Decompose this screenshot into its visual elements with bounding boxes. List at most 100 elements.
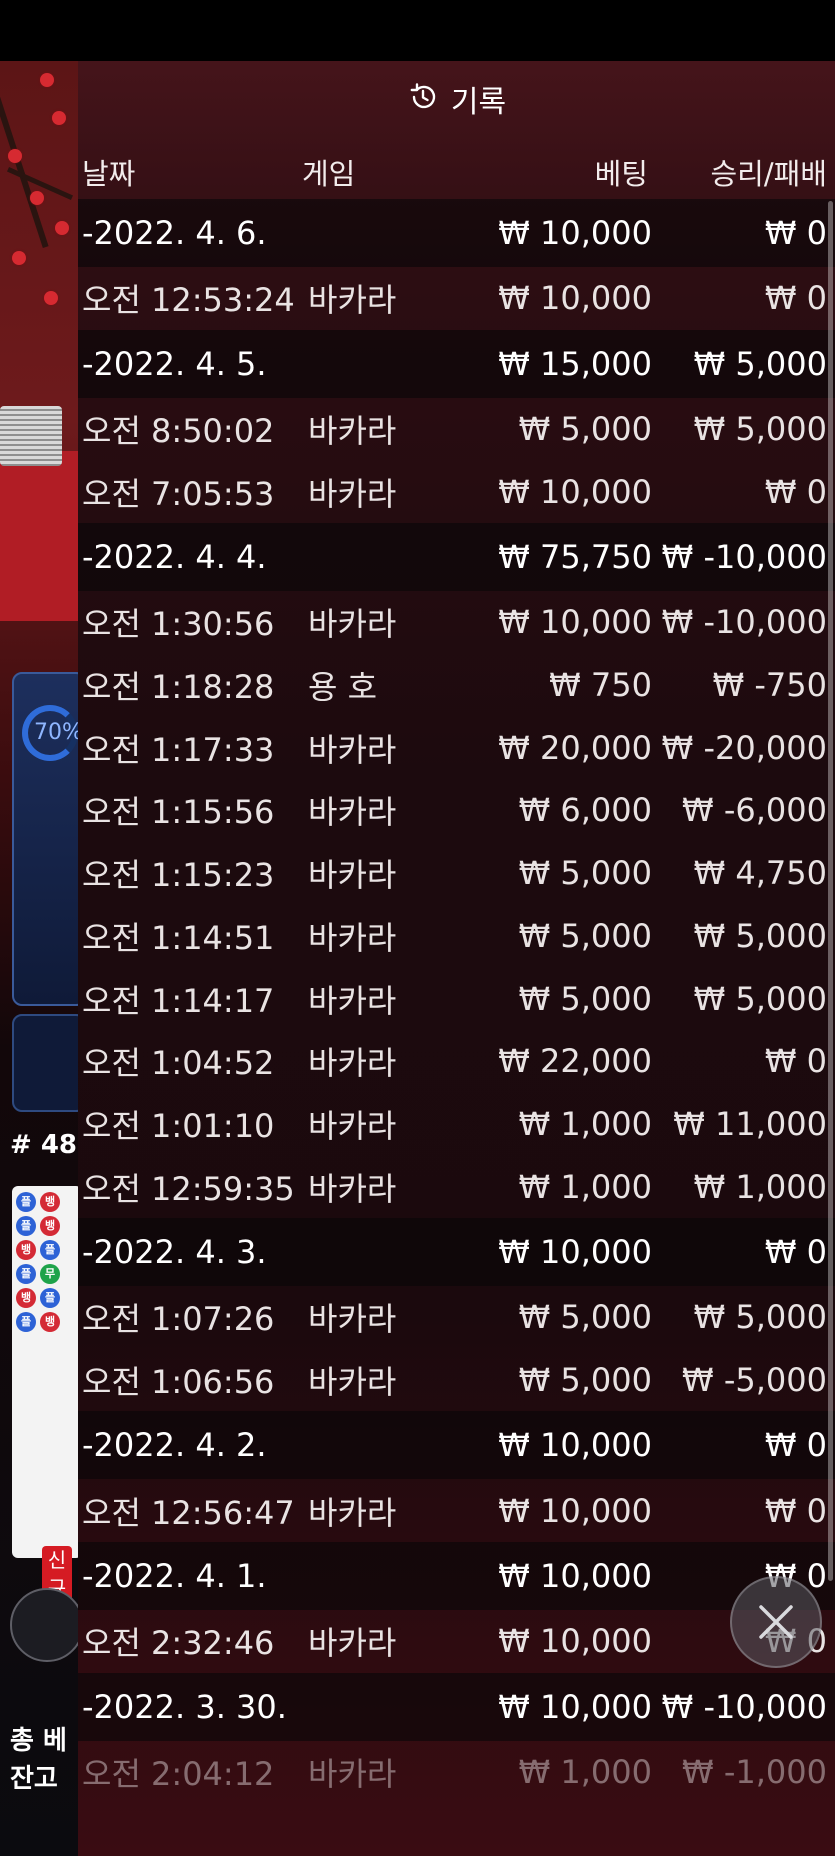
bet-cell: ₩ 10,000 xyxy=(498,603,652,642)
game-cell: 바카라 xyxy=(308,474,397,513)
time-cell: 오전 12:59:35 xyxy=(82,1169,295,1208)
stat-button[interactable] xyxy=(12,1014,78,1112)
bet-cell: ₩ 5,000 xyxy=(518,854,652,893)
header-bet: 베팅 xyxy=(594,157,648,191)
history-row[interactable]: 오전 1:14:51 바카라 ₩ 5,000 ₩ 5,000 xyxy=(78,905,835,968)
road-dot: 뱅 xyxy=(16,1240,36,1260)
result-cell: ₩ -6,000 xyxy=(682,791,827,830)
game-cell: 용 호 xyxy=(308,668,378,707)
history-row[interactable]: 오전 1:15:56 바카라 ₩ 6,000 ₩ -6,000 xyxy=(78,779,835,842)
history-panel: 기록 날짜 게임 베팅 승리/패배 -2022. 4. 6. ₩ 10,000 ₩ … xyxy=(78,61,835,1856)
table-felt xyxy=(0,451,78,621)
result-cell: ₩ -20,000 xyxy=(661,728,827,767)
road-dot: 플 xyxy=(16,1264,36,1284)
result-cell: ₩ 4,750 xyxy=(693,854,827,893)
bet-cell: ₩ 5,000 xyxy=(518,410,652,449)
date-group-row[interactable]: -2022. 4. 4. ₩ 75,750 ₩ -10,000 xyxy=(78,523,835,592)
close-button[interactable] xyxy=(730,1576,822,1668)
date-group-row[interactable]: -2022. 4. 2. ₩ 10,000 ₩ 0 xyxy=(78,1411,835,1480)
panel-title: 기록 xyxy=(78,61,835,137)
road-dot: 플 xyxy=(40,1240,60,1260)
date-group-row[interactable]: -2022. 4. 5. ₩ 15,000 ₩ 5,000 xyxy=(78,329,835,398)
history-row[interactable]: 오전 2:04:12 바카라 ₩ 1,000 ₩ -1,000 xyxy=(78,1741,835,1804)
game-cell: 바카라 xyxy=(308,918,397,957)
history-row[interactable]: 오전 1:30:56 바카라 ₩ 10,000 ₩ -10,000 xyxy=(78,591,835,654)
road-dot: 뱅 xyxy=(40,1312,60,1332)
panel-title-text: 기록 xyxy=(450,85,507,120)
game-cell: 바카라 xyxy=(308,856,397,895)
road-dot: 무 xyxy=(40,1264,60,1284)
bet-cell: ₩ 10,000 xyxy=(498,472,652,511)
history-row[interactable]: 오전 1:07:26 바카라 ₩ 5,000 ₩ 5,000 xyxy=(78,1286,835,1349)
result-cell: ₩ -10,000 xyxy=(661,1687,827,1726)
date-group-row[interactable]: -2022. 4. 1. ₩ 10,000 ₩ 0 xyxy=(78,1542,835,1610)
scrollbar[interactable] xyxy=(828,201,833,1581)
time-cell: -2022. 4. 5. xyxy=(82,344,267,383)
result-cell: ₩ 0 xyxy=(764,1491,827,1530)
history-icon xyxy=(407,81,439,117)
bet-cell: ₩ 10,000 xyxy=(498,279,652,318)
time-cell: -2022. 4. 6. xyxy=(82,214,267,252)
bet-cell: ₩ 5,000 xyxy=(518,979,652,1018)
time-cell: -2022. 4. 3. xyxy=(82,1232,267,1271)
history-row[interactable]: 오전 1:14:17 바카라 ₩ 5,000 ₩ 5,000 xyxy=(78,967,835,1030)
time-cell: 오전 1:30:56 xyxy=(82,605,275,644)
bead-road: 플 뱅 플 뱅 뱅 플 플 무 뱅 플 플 뱅 xyxy=(12,1186,78,1558)
stat-percent: 70% xyxy=(34,720,78,745)
bet-cell: ₩ 750 xyxy=(549,666,652,705)
time-cell: -2022. 3. 30. xyxy=(82,1687,287,1726)
road-dot: 뱅 xyxy=(16,1288,36,1308)
history-row[interactable]: 오전 7:05:53 바카라 ₩ 10,000 ₩ 0 xyxy=(78,460,835,523)
result-cell: ₩ -10,000 xyxy=(661,603,827,642)
history-row[interactable]: 오전 8:50:02 바카라 ₩ 5,000 ₩ 5,000 xyxy=(78,398,835,461)
result-cell: ₩ 5,000 xyxy=(693,979,827,1018)
time-cell: 오전 2:04:12 xyxy=(82,1755,275,1794)
date-group-row[interactable]: -2022. 3. 30. ₩ 10,000 ₩ -10,000 xyxy=(78,1672,835,1741)
date-group-row[interactable]: -2022. 4. 6. ₩ 10,000 ₩ 0 xyxy=(78,199,835,267)
result-cell: ₩ 0 xyxy=(764,472,827,511)
time-cell: 오전 1:06:56 xyxy=(82,1362,275,1401)
bet-cell: ₩ 1,000 xyxy=(518,1104,652,1143)
time-cell: -2022. 4. 4. xyxy=(82,538,267,577)
history-row[interactable]: 오전 1:06:56 바카라 ₩ 5,000 ₩ -5,000 xyxy=(78,1349,835,1412)
history-row[interactable]: 오전 1:17:33 바카라 ₩ 20,000 ₩ -20,000 xyxy=(78,716,835,779)
game-cell: 바카라 xyxy=(308,281,397,320)
result-cell: ₩ 0 xyxy=(764,1426,827,1465)
history-row[interactable]: 오전 12:56:47 바카라 ₩ 10,000 ₩ 0 xyxy=(78,1479,835,1542)
history-row[interactable]: 오전 1:04:52 바카라 ₩ 22,000 ₩ 0 xyxy=(78,1030,835,1093)
table-header: 날짜 게임 베팅 승리/패배 xyxy=(78,137,835,199)
blossom xyxy=(12,251,26,265)
result-cell: ₩ 11,000 xyxy=(673,1104,827,1143)
status-bar xyxy=(0,0,835,61)
result-cell: ₩ -1,000 xyxy=(682,1753,827,1792)
bet-cell: ₩ 10,000 xyxy=(498,1687,652,1726)
time-cell: 오전 1:04:52 xyxy=(82,1044,275,1083)
game-cell: 바카라 xyxy=(308,1169,397,1208)
card-shoe xyxy=(0,406,62,466)
balance-label: 잔고 xyxy=(10,1764,58,1794)
result-cell: ₩ 1,000 xyxy=(693,1167,827,1206)
result-cell: ₩ -5,000 xyxy=(682,1360,827,1399)
history-row[interactable]: 오전 1:15:23 바카라 ₩ 5,000 ₩ 4,750 xyxy=(78,842,835,905)
game-cell: 바카라 xyxy=(308,605,397,644)
bet-cell: ₩ 20,000 xyxy=(498,728,652,767)
result-cell: ₩ 5,000 xyxy=(693,916,827,955)
history-row[interactable]: 오전 12:59:35 바카라 ₩ 1,000 ₩ 1,000 xyxy=(78,1155,835,1218)
result-cell: ₩ 5,000 xyxy=(693,344,827,383)
history-list[interactable]: -2022. 4. 6. ₩ 10,000 ₩ 0 오전 12:53:24 바카라 ₩ 1… xyxy=(78,199,835,1803)
chip-button[interactable] xyxy=(10,1588,78,1662)
time-cell: 오전 12:56:47 xyxy=(82,1493,295,1532)
history-row[interactable]: 오전 12:53:24 바카라 ₩ 10,000 ₩ 0 xyxy=(78,267,835,330)
game-cell: 바카라 xyxy=(308,1106,397,1145)
time-cell: 오전 1:01:10 xyxy=(82,1106,275,1145)
history-row[interactable]: 오전 2:32:46바카라₩ 10,000₩ 0 xyxy=(78,1610,835,1673)
history-row[interactable]: 오전 1:01:10 바카라 ₩ 1,000 ₩ 11,000 xyxy=(78,1093,835,1156)
bet-cell: ₩ 15,000 xyxy=(498,344,652,383)
history-row[interactable]: 오전 1:18:28 용 호 ₩ 750 ₩ -750 xyxy=(78,654,835,717)
date-group-row[interactable]: -2022. 4. 3. ₩ 10,000 ₩ 0 xyxy=(78,1217,835,1286)
header-game: 게임 xyxy=(302,157,356,191)
bet-cell: ₩ 5,000 xyxy=(518,1360,652,1399)
bet-cell: ₩ 5,000 xyxy=(518,916,652,955)
game-cell: 바카라 xyxy=(308,412,397,451)
bet-cell: ₩ 10,000 xyxy=(498,1426,652,1465)
